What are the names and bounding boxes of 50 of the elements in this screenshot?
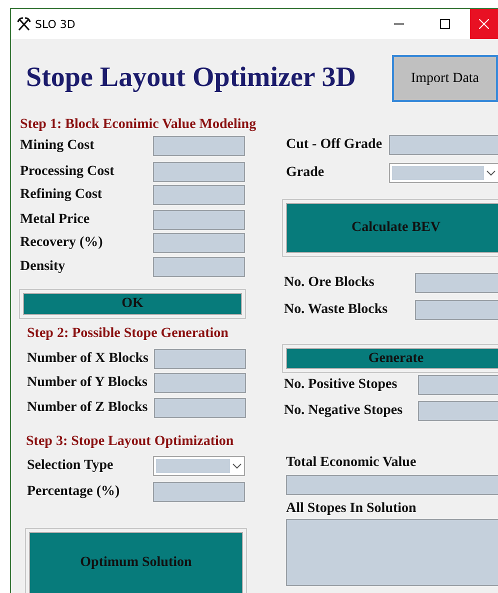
field-label: Number of Z Blocks (27, 400, 149, 416)
dropdown-field[interactable] (153, 456, 245, 476)
field-label: Total Economic Value (286, 455, 418, 471)
chevron-down-icon (232, 462, 242, 470)
input-field[interactable] (389, 135, 498, 155)
field-label: No. Positive Stopes (284, 377, 398, 393)
input-field[interactable] (415, 300, 498, 320)
chevron-down-icon (486, 169, 496, 177)
section-heading: Step 2: Possible Stope Generation (27, 325, 230, 342)
app-title: Stope Layout Optimizer 3D (26, 62, 356, 94)
field-label: Processing Cost (20, 164, 116, 180)
field-label: Percentage (%) (27, 484, 121, 500)
field-label: Cut - Off Grade (286, 137, 384, 153)
text-area[interactable] (286, 519, 498, 586)
field-label: All Stopes In Solution (286, 501, 418, 517)
input-field[interactable] (153, 210, 245, 230)
input-field[interactable] (153, 482, 245, 502)
section-heading: Step 1: Block Econimic Value Modeling (20, 116, 258, 133)
input-field[interactable] (286, 475, 498, 495)
input-field[interactable] (153, 162, 245, 182)
field-label: No. Waste Blocks (284, 302, 389, 318)
input-field[interactable] (154, 373, 246, 393)
field-label: Grade (286, 165, 326, 181)
field-label: Mining Cost (20, 138, 96, 154)
field-label: Density (20, 259, 66, 275)
window-title: SLO 3D (35, 18, 76, 30)
close-icon (479, 19, 489, 29)
input-field[interactable] (153, 233, 245, 253)
field-label: Metal Price (20, 212, 91, 228)
input-field[interactable] (154, 349, 246, 369)
input-field[interactable] (415, 273, 498, 293)
input-field[interactable] (418, 375, 498, 395)
input-field[interactable] (154, 398, 246, 418)
field-label: No. Ore Blocks (284, 275, 376, 291)
input-field[interactable] (418, 401, 498, 421)
input-field[interactable] (153, 257, 245, 277)
input-field[interactable] (153, 136, 245, 156)
close-button[interactable] (470, 9, 498, 39)
field-label: Number of Y Blocks (27, 375, 148, 391)
dropdown-field[interactable] (389, 163, 498, 183)
pickaxes-icon (17, 17, 31, 31)
field-label: No. Negative Stopes (284, 403, 404, 419)
import-data-button[interactable]: Import Data (392, 55, 498, 102)
section-heading: Step 3: Stope Layout Optimization (26, 433, 235, 450)
maximize-icon (440, 19, 450, 29)
field-label: Recovery (%) (20, 235, 104, 251)
field-label: Selection Type (27, 458, 114, 474)
field-label: Number of X Blocks (27, 351, 150, 367)
input-field[interactable] (153, 185, 245, 205)
field-label: Refining Cost (20, 187, 104, 203)
